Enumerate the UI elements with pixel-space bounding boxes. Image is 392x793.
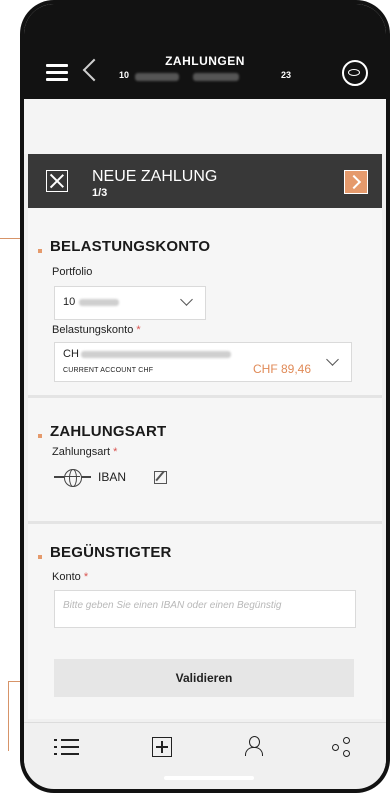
header-subtitle-left: 10 bbox=[119, 70, 130, 80]
edit-icon[interactable] bbox=[154, 471, 167, 484]
account-type: CURRENT ACCOUNT CHF bbox=[63, 367, 154, 374]
beneficiary-account-input[interactable]: Bitte geben Sie einen IBAN oder einen Be… bbox=[54, 590, 356, 628]
redacted-text bbox=[135, 73, 179, 81]
section-bullet bbox=[38, 555, 42, 559]
home-indicator bbox=[164, 776, 254, 780]
account-balance: CHF 89,46 bbox=[253, 362, 312, 376]
chevron-down-icon bbox=[180, 293, 193, 306]
nav-share[interactable] bbox=[296, 723, 384, 773]
debit-account-select[interactable]: CH CURRENT ACCOUNT CHF CHF 89,46 bbox=[54, 342, 352, 382]
debit-account-label: Belastungskonto * bbox=[52, 324, 141, 336]
add-icon bbox=[152, 737, 172, 757]
header-subtitle-right: 23 bbox=[280, 70, 291, 80]
section-title-debit: BELASTUNGSKONTO bbox=[50, 238, 211, 255]
chevron-down-icon bbox=[326, 353, 339, 366]
annotation-line-bottom-v bbox=[8, 681, 9, 751]
contacts-icon bbox=[244, 736, 263, 756]
beneficiary-placeholder: Bitte geben Sie einen IBAN oder einen Be… bbox=[63, 600, 282, 611]
arrow-left-icon bbox=[54, 476, 64, 478]
section-title-payment-type: ZAHLUNGSART bbox=[50, 423, 167, 440]
payment-type-iban: IBAN bbox=[98, 470, 127, 484]
portfolio-select[interactable]: 10 bbox=[54, 286, 206, 320]
beneficiary-account-label: Konto * bbox=[52, 571, 89, 583]
page-title: ZAHLUNGEN bbox=[165, 54, 245, 68]
spacer-band bbox=[24, 99, 386, 154]
next-step-button[interactable] bbox=[344, 170, 368, 194]
account-prefix: CH bbox=[63, 348, 79, 360]
payment-type-label: Zahlungsart * bbox=[52, 446, 118, 458]
nav-contacts[interactable] bbox=[208, 723, 296, 773]
close-icon[interactable] bbox=[46, 170, 68, 192]
screen: ZAHLUNGEN 10 23 NEUE ZAHLUNG 1/3 BELASTU… bbox=[24, 4, 386, 789]
redacted-text bbox=[79, 299, 119, 306]
step-bar: NEUE ZAHLUNG 1/3 bbox=[28, 154, 382, 208]
redacted-text bbox=[81, 351, 231, 358]
section-bullet bbox=[38, 249, 42, 253]
coin-icon[interactable] bbox=[342, 60, 368, 86]
portfolio-value: 10 bbox=[63, 296, 76, 308]
share-icon bbox=[332, 737, 352, 757]
section-bullet bbox=[38, 434, 42, 438]
app-header: ZAHLUNGEN 10 23 bbox=[24, 4, 386, 99]
portfolio-label: Portfolio bbox=[52, 266, 93, 278]
validate-button[interactable]: Validieren bbox=[54, 659, 354, 697]
arrow-right-icon bbox=[81, 476, 91, 478]
section-beneficiary: BEGÜNSTIGTER Konto * Bitte geben Sie ein… bbox=[28, 524, 382, 719]
list-icon[interactable] bbox=[24, 723, 112, 773]
bottom-nav bbox=[24, 722, 386, 773]
step-title: NEUE ZAHLUNG bbox=[92, 168, 218, 185]
phone-frame: ZAHLUNGEN 10 23 NEUE ZAHLUNG 1/3 BELASTU… bbox=[20, 0, 390, 793]
payment-type-value[interactable]: IBAN bbox=[54, 466, 194, 490]
section-debit-account: BELASTUNGSKONTO Portfolio 10 Belastungsk… bbox=[28, 208, 382, 398]
globe-icon bbox=[64, 469, 82, 487]
step-count: 1/3 bbox=[92, 187, 108, 199]
header-subtitle: 10 23 bbox=[119, 70, 291, 84]
section-title-beneficiary: BEGÜNSTIGTER bbox=[50, 544, 172, 561]
section-payment-type: ZAHLUNGSART Zahlungsart * IBAN bbox=[28, 398, 382, 524]
redacted-text bbox=[193, 73, 239, 81]
nav-add[interactable] bbox=[116, 723, 204, 773]
